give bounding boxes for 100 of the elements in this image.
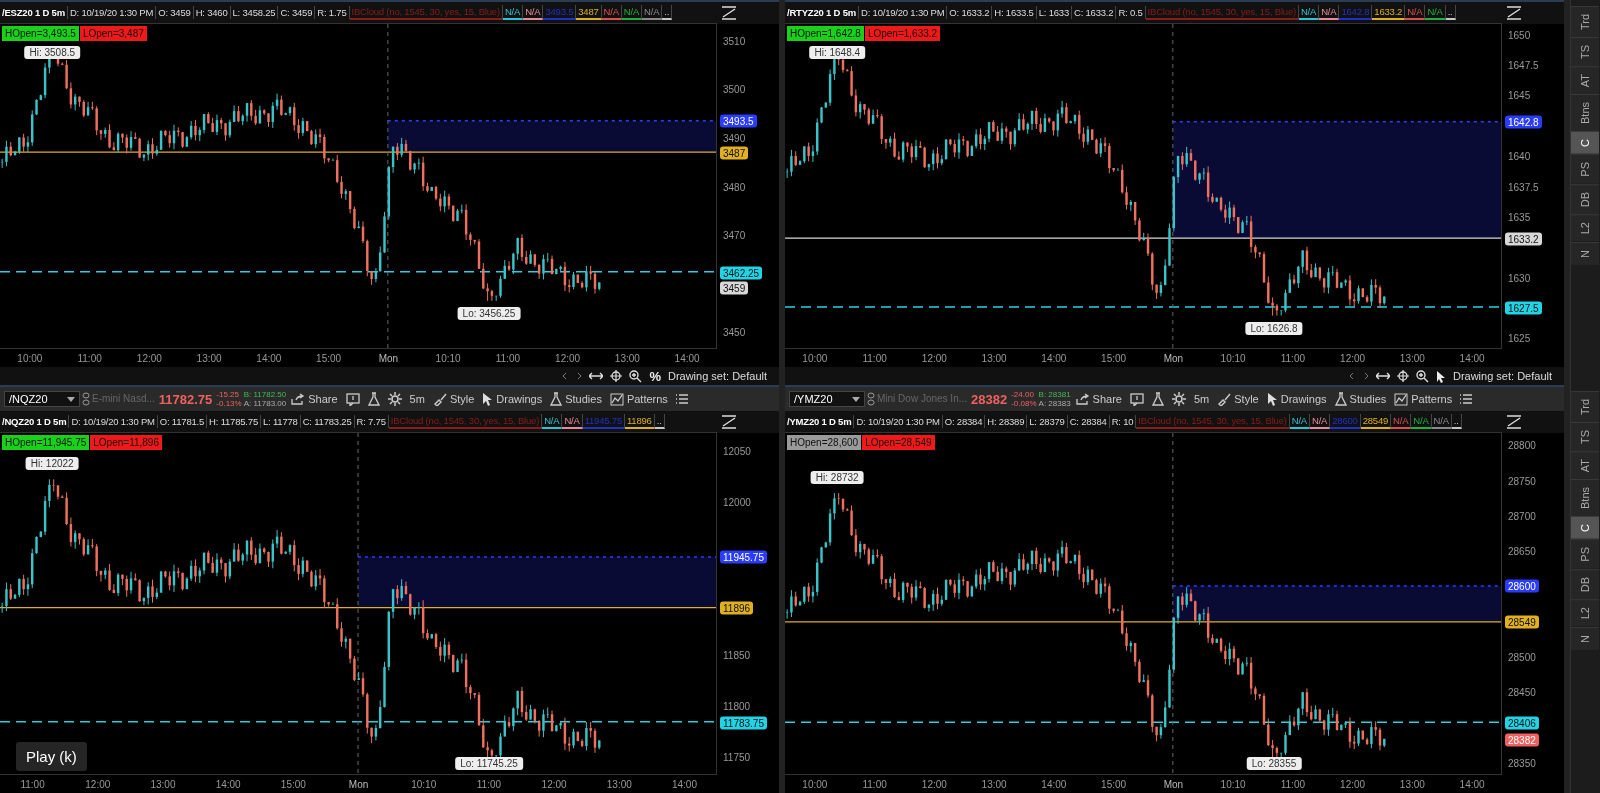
ohlc-value: L: 3458.25 (230, 6, 279, 19)
side-tab[interactable]: Btns (1571, 479, 1599, 517)
price-marker: 1642.8 (1505, 115, 1542, 129)
time-tick: 11:00 (861, 352, 888, 364)
time-tick: 14:00 (1458, 778, 1486, 790)
time-tick: 13:00 (613, 352, 641, 364)
price-marker: 3462.25 (720, 266, 763, 280)
ohlc-value: O: 11781.5 (157, 415, 208, 428)
side-tab[interactable]: AT (1571, 451, 1599, 480)
side-tab[interactable]: TS (1571, 422, 1599, 452)
ohlc-value: R: 7.75 (354, 415, 389, 428)
side-tab[interactable]: DB (1571, 184, 1599, 215)
price-marker: 28600 (1505, 579, 1539, 593)
study-value: .. (1445, 5, 1456, 20)
time-tick: 15:00 (1100, 778, 1128, 790)
link-icon[interactable] (82, 392, 90, 406)
drawing-set-label[interactable]: Drawing set: Default (667, 370, 767, 382)
symbol-field[interactable]: /NQZ20 (4, 391, 80, 407)
time-tick: Mon (1162, 352, 1185, 364)
study-value: 11896 (624, 414, 655, 429)
side-tab[interactable]: N (1571, 626, 1599, 650)
timeframe-button[interactable]: 5m (406, 391, 428, 407)
pointer-icon[interactable] (1435, 369, 1446, 383)
time-tick: Mon (1162, 778, 1185, 790)
instrument-description: E-mini Nasd... (92, 393, 155, 405)
ohlc-value: H: 11785.75 (207, 415, 261, 428)
ohlc-value: C: 1633.2 (1072, 6, 1117, 19)
trend-line-icon[interactable] (1506, 6, 1522, 20)
side-tab[interactable]: TS (1571, 37, 1599, 67)
side-tab[interactable]: Btns (1571, 94, 1599, 132)
study-value: .. (662, 5, 673, 20)
pan-icon[interactable] (589, 371, 604, 381)
patterns-button[interactable]: Patterns (606, 390, 671, 408)
side-tab[interactable]: C (1571, 516, 1599, 540)
side-tab[interactable]: AT (1571, 66, 1599, 95)
price-tick: 1637.5 (1508, 181, 1539, 192)
low-label: Lo: 11745.25 (455, 757, 523, 770)
share-button[interactable]: Share (288, 391, 341, 407)
side-tab[interactable]: C (1571, 131, 1599, 155)
drawings-button[interactable]: Drawings (479, 390, 546, 408)
ask-price: A: 28383 (1038, 399, 1071, 408)
zoom-icon[interactable] (1415, 369, 1429, 383)
patterns-button[interactable]: Patterns (1391, 390, 1456, 408)
time-tick: 14:00 (1040, 778, 1068, 790)
low-label: Lo: 28355 (1246, 757, 1302, 770)
style-button[interactable]: Style (1214, 390, 1262, 408)
side-tab[interactable]: PS (1571, 154, 1599, 185)
time-tick: 14:00 (1040, 352, 1068, 364)
trend-line-icon[interactable] (721, 415, 737, 429)
study-value: N/A (502, 5, 524, 20)
time-tick: 10:10 (410, 778, 438, 790)
trend-line-icon[interactable] (721, 6, 737, 20)
price-marker: 3493.5 (720, 114, 757, 128)
pan-icon[interactable] (1375, 371, 1390, 381)
symbol-field[interactable]: /YMZ20 (789, 391, 865, 407)
time-tick: 15:00 (1100, 352, 1128, 364)
crosshair-icon[interactable] (610, 370, 623, 382)
side-tab[interactable]: DB (1571, 569, 1599, 600)
side-tab[interactable]: L2 (1571, 214, 1599, 242)
time-tick: 11:00 (861, 778, 888, 790)
ohlc-value: R: 10 (1109, 415, 1137, 428)
time-tick: 14:00 (214, 778, 242, 790)
price-tick: 11750 (723, 751, 751, 763)
ohlc-value: D: 10/19/20 1:30 PM (69, 415, 158, 428)
drawings-button[interactable]: Drawings (1263, 390, 1330, 408)
low-label: Lo: 1626.8 (1245, 321, 1303, 335)
price-tick: 28500 (1508, 651, 1536, 663)
study-value: 11945.75 (582, 414, 625, 429)
pointer-icon (1266, 392, 1278, 406)
scroll-arrows-icon[interactable] (562, 372, 583, 380)
net-change: -24.00 (1011, 390, 1035, 399)
side-tab[interactable]: Trd (1571, 6, 1599, 38)
scroll-arrows-icon[interactable] (1348, 372, 1369, 380)
time-tick: Mon (347, 778, 370, 790)
study-value: N/A (1319, 5, 1340, 20)
studies-button[interactable]: Studies (1331, 390, 1390, 408)
study-value: N/A (1391, 414, 1412, 429)
percent-change: -0.13% (216, 399, 242, 408)
study-value: IBCloud (no, 1545, 30, yes, 15, Blue) (1145, 5, 1299, 20)
crosshair-icon[interactable] (1396, 370, 1409, 382)
study-value: N/A (621, 5, 643, 20)
link-icon[interactable] (867, 392, 875, 406)
trend-line-icon[interactable] (1506, 415, 1522, 429)
zoom-icon[interactable] (629, 369, 643, 383)
ohlc-value: R: 0.5 (1116, 6, 1146, 19)
studies-button[interactable]: Studies (547, 390, 605, 408)
timeframe-button[interactable]: 5m (1190, 391, 1213, 407)
side-tab[interactable]: Trd (1571, 391, 1599, 423)
price-tick: 1625 (1508, 332, 1531, 344)
caret-icon (67, 396, 75, 402)
time-tick: 12:00 (554, 352, 582, 364)
share-button[interactable]: Share (1072, 391, 1125, 407)
percent-toggle[interactable]: % (649, 368, 661, 384)
ohlc-value: R: 1.75 (315, 6, 350, 19)
side-tab[interactable]: L2 (1571, 599, 1599, 627)
menu-icon (675, 394, 688, 404)
style-button[interactable]: Style (429, 390, 478, 408)
side-tab[interactable]: PS (1571, 539, 1599, 570)
side-tab[interactable]: N (1571, 241, 1599, 265)
drawing-set-label[interactable]: Drawing set: Default (1452, 370, 1552, 382)
